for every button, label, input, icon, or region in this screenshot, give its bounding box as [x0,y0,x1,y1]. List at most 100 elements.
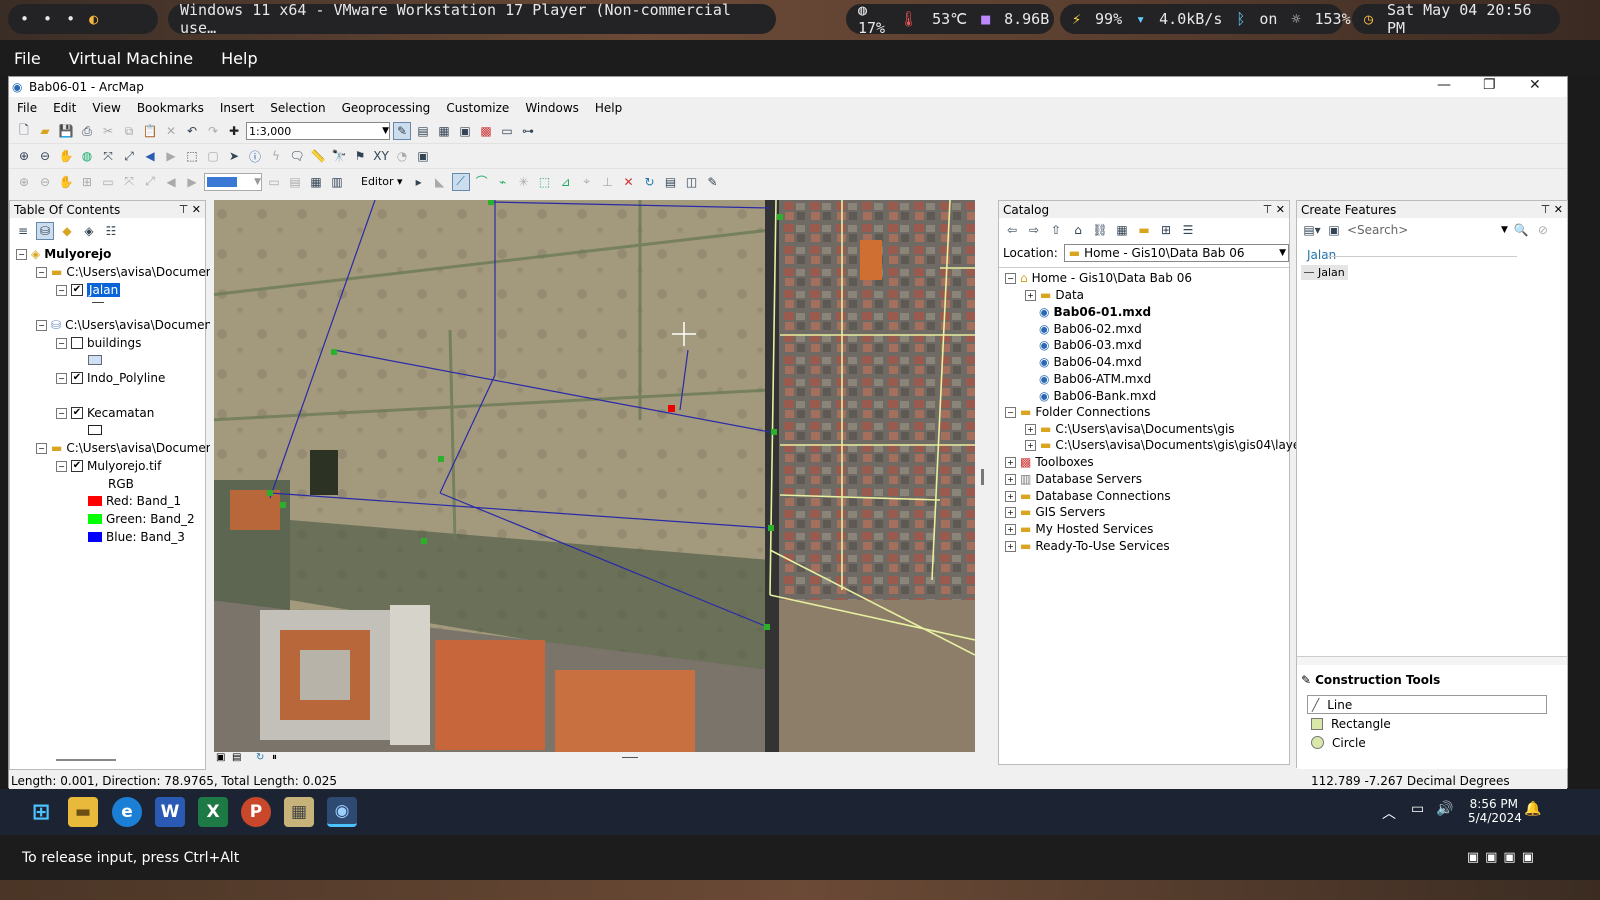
catalog-db-servers[interactable]: + ▥ Database Servers [1005,472,1142,486]
vm-menu-file[interactable]: File [0,49,55,68]
help-circle-icon[interactable]: ↻ [641,173,659,191]
menu-file[interactable]: File [9,101,45,115]
zoom-out-icon[interactable]: ⊖ [36,147,54,165]
layout-forward-icon[interactable]: ▶ [183,173,201,191]
new-folder-icon[interactable]: ▬ [1135,221,1153,239]
editor-menu[interactable]: Editor ▾ [361,175,403,188]
pause-icon[interactable]: ⏸ [272,752,277,763]
edit-vertices-icon[interactable]: ⬚ [536,173,554,191]
end-point-arc-icon[interactable]: ⌒ [473,173,491,191]
options-icon[interactable]: ☷ [102,222,120,240]
catalog-pin-close[interactable]: ⊤ ✕ [1263,203,1285,216]
catalog-conn-layers[interactable]: + ▬ C:\Users\avisa\Documents\gis\gis04\lay… [1025,438,1311,452]
catalog-conn-gis[interactable]: + ▬ C:\Users\avisa\Documents\gis [1025,422,1235,436]
attributes-icon[interactable]: ▤ [662,173,680,191]
point-icon[interactable]: ✳ [515,173,533,191]
buildings-symbol[interactable] [88,355,102,365]
up-icon[interactable]: ⇧ [1047,221,1065,239]
paste-icon[interactable]: 📋 [141,122,159,140]
excel-icon[interactable]: X [198,797,228,827]
toggle-draft-icon[interactable]: ▭ [265,173,283,191]
html-popup-icon[interactable]: 🗨 [288,147,306,165]
python-icon[interactable]: ▭ [498,122,516,140]
workspace-dots[interactable]: • • • ◐ [8,4,158,34]
edge-icon[interactable]: e [112,797,142,827]
create-splitter[interactable] [1297,656,1567,665]
notification-icon[interactable]: 🔔 [1524,801,1541,817]
viewer-icon[interactable]: ▣ [414,147,432,165]
arcmap-taskbar-icon[interactable]: ◉ [327,797,357,827]
rotate-icon[interactable]: ✕ [620,173,638,191]
full-extent-icon[interactable]: ◍ [78,147,96,165]
back-icon[interactable]: ◀ [141,147,159,165]
catalog-data-folder[interactable]: + ▬ Data [1025,288,1084,302]
toc-layer-tif[interactable]: − ✔ Mulyorejo.tif [56,459,161,473]
split-icon[interactable]: ⊥ [599,173,617,191]
menu-bookmarks[interactable]: Bookmarks [129,101,212,115]
kecamatan-symbol[interactable] [88,425,102,435]
new-icon[interactable]: 🗋 [15,122,33,140]
select-features-icon[interactable]: ⬚ [183,147,201,165]
catalog-mxd-4[interactable]: ◉ Bab06-04.mxd [1039,355,1142,369]
fixed-zoom-out-icon[interactable]: ⤢ [120,147,138,165]
catalog-mxd-1[interactable]: ◉ Bab06-01.mxd [1039,305,1151,319]
menu-customize[interactable]: Customize [438,101,517,115]
time-slider-icon[interactable]: ◔ [393,147,411,165]
fixed-zoom-in-icon[interactable]: ⤧ [99,147,117,165]
template-search[interactable]: <Search> [1347,223,1497,237]
zoom-percent-select[interactable]: ▼ [204,172,262,191]
volume-icon[interactable]: 🔊 [1436,801,1453,817]
taskbar-clock[interactable]: 8:56 PM 5/4/2024 [1468,797,1522,825]
toc-folder-3[interactable]: − ▬ C:\Users\avisa\Document [36,441,218,455]
tool-circle[interactable]: Circle [1307,733,1557,752]
splitter-handle[interactable] [981,469,984,485]
list-by-visibility-icon[interactable]: ◆ [58,222,76,240]
trace-icon[interactable]: ⌁ [494,173,512,191]
sketch-properties-icon[interactable]: ◫ [683,173,701,191]
create-features-icon[interactable]: ✎ [704,173,722,191]
menu-selection[interactable]: Selection [262,101,333,115]
menu-edit[interactable]: Edit [45,101,84,115]
connect-folder-icon[interactable]: ⛓ [1091,221,1109,239]
toc-gdb[interactable]: − ⛁ C:\Users\avisa\Document [36,318,217,332]
toc-layer-indo[interactable]: − ✔ Indo_Polyline [56,371,165,385]
catalog-home[interactable]: − ⌂ Home - Gis10\Data Bab 06 [1005,271,1192,285]
straight-segment-icon[interactable]: ⟋ [451,172,470,191]
menu-insert[interactable]: Insert [212,101,262,115]
undo-icon[interactable]: ↶ [183,122,201,140]
open-icon[interactable]: ▰ [36,122,54,140]
zoom-100-icon[interactable]: ▭ [99,173,117,191]
create-pin-close[interactable]: ⊤ ✕ [1541,203,1563,216]
clear-search-icon[interactable]: ⊘ [1534,221,1552,239]
layout-fixed-zoom-in-icon[interactable]: ⤧ [120,173,138,191]
word-icon[interactable]: W [155,797,185,827]
toc-root[interactable]: − ◈ Mulyorejo [16,247,111,261]
find-route-icon[interactable]: ⚑ [351,147,369,165]
minimize-button[interactable]: — [1437,77,1451,93]
redo-icon[interactable]: ↷ [204,122,222,140]
home-icon[interactable]: ⌂ [1069,221,1087,239]
edit-tool-icon[interactable]: ▸ [410,173,428,191]
refresh-icon[interactable]: ↻ [256,752,264,763]
arccatalog-icon[interactable]: ▦ [284,797,314,827]
toc-layer-jalan[interactable]: − ✔ Jalan [56,283,121,297]
goto-xy-icon[interactable]: XY [372,147,390,165]
forward-icon[interactable]: ▶ [162,147,180,165]
layout-fixed-zoom-out-icon[interactable]: ⤢ [141,173,159,191]
focus-frame-icon[interactable]: ▤ [286,173,304,191]
clear-selection-icon[interactable]: ▢ [204,147,222,165]
options-icon[interactable]: ☰ [1179,221,1197,239]
menu-view[interactable]: View [84,101,128,115]
list-by-source-icon[interactable]: ⛁ [36,222,54,240]
map-scroll-thumb[interactable] [622,757,638,758]
chevron-up-icon[interactable]: ︿ [1382,803,1396,823]
search-icon[interactable]: 🔍 [1512,221,1530,239]
vm-menu-virtual-machine[interactable]: Virtual Machine [55,49,207,68]
change-layout-icon[interactable]: ▦ [307,173,325,191]
hyperlink-icon[interactable]: ϟ [267,147,285,165]
toc-scrollbar[interactable] [56,759,116,761]
toc-folder-1[interactable]: − ▬ C:\Users\avisa\Document [36,265,218,279]
table-icon[interactable]: ▤ [414,122,432,140]
back-icon[interactable]: ⇦ [1003,221,1021,239]
catalog-mxd-3[interactable]: ◉ Bab06-03.mxd [1039,338,1142,352]
